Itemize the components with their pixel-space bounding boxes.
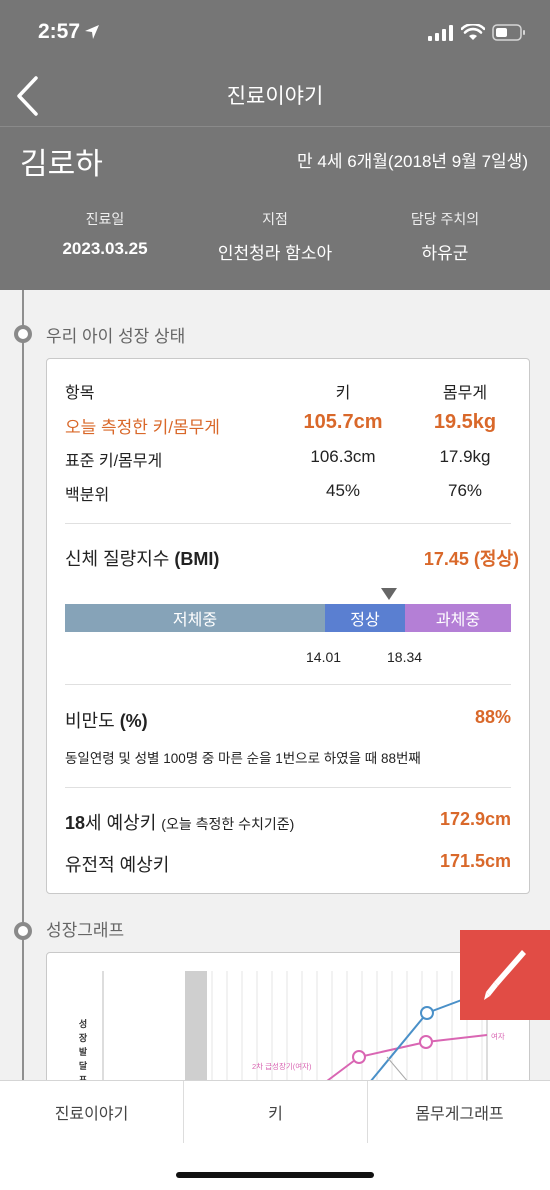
pred-note: (오늘 측정한 수치기준)	[161, 816, 295, 832]
visit-date-label: 진료일	[85, 211, 125, 227]
today-weight: 19.5kg	[433, 411, 497, 433]
tab-weight-graph[interactable]: 몸무게그래프	[368, 1081, 550, 1143]
predicted-height-18-label: 18세 예상키 (오늘 측정한 수치기준)	[65, 809, 294, 835]
pen-icon	[484, 950, 526, 1000]
divider	[65, 523, 511, 524]
obesity-value: 88%	[474, 707, 511, 727]
patient-name: 김로하	[20, 148, 103, 181]
branch-value: 인천청라 함소아	[217, 244, 333, 263]
status-icons	[428, 24, 526, 41]
bmi-bar: 저체중 정상 과체중	[65, 604, 511, 632]
timeline-dot	[14, 325, 32, 343]
nav-bar: 진료이야기	[0, 66, 550, 126]
clock-text: 2:57	[38, 20, 81, 43]
bmi-label-bold: (BMI)	[174, 549, 220, 569]
branch-label: 지점	[262, 211, 288, 227]
visit-date-value: 2023.03.25	[62, 239, 148, 258]
bmi-tick-low: 14.01	[306, 649, 342, 665]
bmi-segment-normal: 정상	[325, 604, 405, 632]
bmi-label: 신체 질량지수 (BMI)	[65, 545, 219, 571]
timeline-line	[22, 290, 24, 1090]
visit-date-info: 진료일 2023.03.25	[25, 209, 185, 259]
edit-button[interactable]	[460, 930, 550, 1020]
percentile-weight: 76%	[447, 481, 483, 500]
pred-label-text: 세 예상키	[85, 813, 162, 833]
genetic-height-label: 유전적 예상키	[65, 855, 170, 875]
today-height: 105.7cm	[303, 411, 383, 433]
bmi-segment-under: 저체중	[65, 604, 325, 632]
timeline-dot	[14, 922, 32, 940]
tab-height[interactable]: 키	[184, 1081, 367, 1143]
percentile-label: 백분위	[65, 487, 110, 504]
graph-ylabel: 성	[79, 1018, 87, 1029]
status-bar: 2:57	[0, 0, 550, 66]
branch-info: 지점 인천청라 함소아	[195, 209, 355, 264]
graph-legend-girl: 여자	[491, 1031, 505, 1041]
graph-ylabel: 발	[79, 1046, 88, 1057]
obesity-label-text: 비만도	[65, 711, 120, 731]
growth-graph-card[interactable]: 성 장 발 달 표 2차 급성장기(여자) 여자	[46, 952, 530, 1092]
pred-age-bold: 18	[65, 813, 86, 833]
growth-graph-title: 성장그래프	[46, 921, 125, 940]
genetic-height-value: 171.5cm	[439, 851, 511, 871]
graph-annotation: 2차 급성장기(여자)	[252, 1061, 312, 1071]
divider	[65, 787, 511, 788]
growth-status-title: 우리 아이 성장 상태	[46, 327, 186, 346]
home-indicator[interactable]	[176, 1172, 374, 1178]
status-time: 2:57	[38, 20, 100, 44]
graph-point-girl	[352, 1050, 366, 1064]
today-label: 오늘 측정한 키/몸무게	[65, 418, 220, 437]
bmi-label-text: 신체 질량지수	[65, 549, 175, 569]
patient-header: 김로하 만 4세 6개월(2018년 9월 7일생) 진료일 2023.03.2…	[0, 126, 550, 290]
wifi-icon	[461, 24, 485, 40]
divider	[65, 684, 511, 685]
location-arrow-icon	[85, 25, 100, 39]
graph-ylabel: 장	[79, 1032, 88, 1043]
tab-treatment-story[interactable]: 진료이야기	[0, 1081, 183, 1143]
patient-age: 만 4세 6개월(2018년 9월 7일생)	[297, 152, 528, 171]
signal-icon	[428, 24, 453, 41]
bmi-tick-high: 18.34	[387, 649, 423, 665]
predicted-height-18-value: 172.9cm	[439, 809, 511, 829]
percentile-height: 45%	[325, 481, 361, 500]
bmi-marker-icon	[381, 588, 397, 600]
header-weight: 몸무게	[442, 385, 488, 402]
obesity-label: 비만도 (%)	[65, 707, 148, 733]
graph-highlight-band	[185, 971, 207, 1091]
bmi-value: 17.45 (정상)	[423, 549, 519, 569]
obesity-label-bold: (%)	[119, 711, 148, 731]
doctor-label: 담당 주치의	[410, 211, 480, 227]
growth-graph: 성 장 발 달 표 2차 급성장기(여자) 여자	[79, 971, 505, 1091]
standard-weight: 17.9kg	[439, 447, 491, 466]
header-item: 항목	[65, 385, 95, 402]
graph-point-girl	[419, 1035, 433, 1049]
doctor-value: 하유군	[421, 244, 469, 263]
obesity-description: 동일연령 및 성별 100명 중 마른 순을 1번으로 하였을 때 88번째	[65, 751, 421, 766]
battery-icon	[492, 24, 525, 41]
bmi-segment-over: 과체중	[405, 604, 511, 632]
standard-label: 표준 키/몸무게	[65, 453, 163, 470]
growth-status-card: 항목 키 몸무게 오늘 측정한 키/몸무게 105.7cm 19.5kg 표준 …	[46, 358, 530, 894]
page-title: 진료이야기	[226, 85, 324, 108]
header-height: 키	[335, 385, 351, 402]
doctor-info: 담당 주치의 하유군	[365, 209, 525, 264]
graph-point	[420, 1006, 434, 1020]
standard-height: 106.3cm	[310, 447, 376, 466]
graph-ylabel: 달	[79, 1060, 88, 1071]
